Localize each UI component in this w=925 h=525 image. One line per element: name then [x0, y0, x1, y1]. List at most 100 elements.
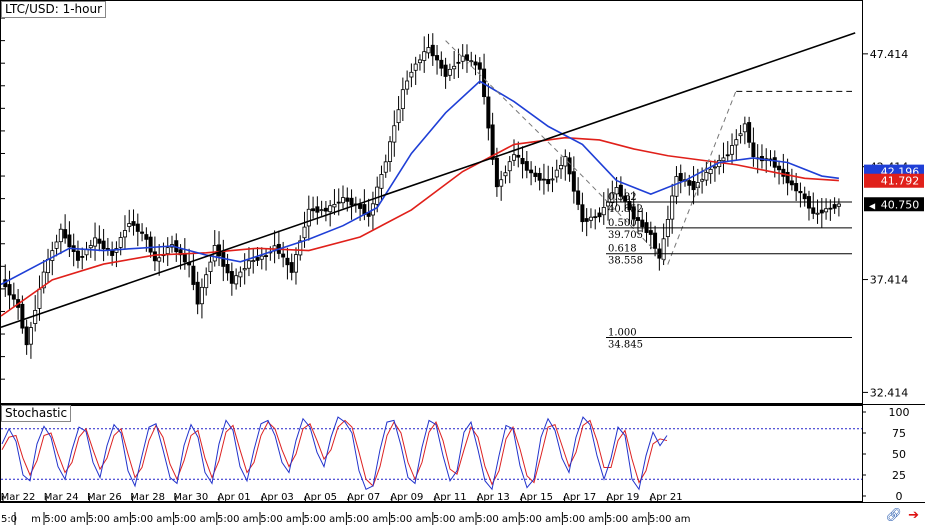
time-label: 5:00 am [174, 514, 216, 525]
candle-body [24, 326, 29, 346]
candle-body [593, 216, 598, 219]
fib-price-label: 39.705 [608, 230, 643, 241]
candle-body [33, 310, 38, 324]
candle-body [781, 168, 786, 177]
candle-body [110, 250, 115, 256]
candle-body [597, 212, 602, 218]
fib-price-label: 40.852 [608, 204, 643, 215]
stochastic-label: Stochastic [1, 405, 72, 422]
time-label: 5:00 am [347, 514, 389, 525]
candle-body [281, 253, 286, 258]
candle-body [499, 179, 504, 187]
date-label: Apr 19 [606, 492, 639, 503]
candle-body [798, 190, 803, 194]
candle-body [490, 124, 495, 160]
candle-body [157, 257, 162, 262]
time-label: 5:00 am [606, 514, 648, 525]
candle-body [708, 168, 713, 175]
candle-body [118, 237, 123, 248]
candle-body [7, 284, 12, 296]
candle-body [601, 206, 606, 216]
date-label: Apr 09 [390, 492, 423, 503]
candle-body [691, 180, 696, 191]
candle-body [264, 255, 269, 257]
time-label: 5:00 am [476, 514, 518, 525]
candle-body [469, 60, 474, 63]
candle-body [336, 201, 341, 204]
candle-body [340, 197, 345, 204]
candle-body [413, 63, 418, 71]
candle-body [580, 204, 585, 223]
candle-body [742, 123, 747, 133]
last-price-marker: ◀ [869, 201, 876, 210]
candle-body [512, 154, 517, 161]
last-price-label: 40.750 [881, 198, 920, 211]
time-label: 5:00 am [303, 514, 345, 525]
candle-body [777, 165, 782, 171]
candle-body [135, 223, 140, 232]
candle-body [75, 250, 80, 261]
date-label: Apr 21 [649, 492, 682, 503]
fib-ratio-label: 1.000 [608, 328, 637, 339]
candle-body [648, 230, 653, 235]
candle-body [794, 183, 799, 192]
price-tick-label: 37.414 [870, 274, 909, 287]
candle-body [537, 173, 542, 181]
time-label: 5:00 am [131, 514, 173, 525]
arrow-icon[interactable]: ➔ [908, 508, 919, 523]
candle-body [229, 271, 234, 284]
candle-body [311, 208, 316, 212]
candle-body [302, 226, 307, 239]
candle-body [259, 255, 264, 260]
stochastic-panel-frame [0, 405, 863, 502]
candle-body [584, 218, 589, 222]
candle-body [409, 71, 414, 78]
candle-body [554, 169, 559, 178]
fib-ratio-label: 0.382 [608, 192, 637, 203]
candle-body [730, 145, 735, 155]
date-label: Apr 13 [477, 492, 510, 503]
candle-body [293, 254, 298, 273]
candle-body [533, 172, 538, 177]
candle-body [88, 245, 93, 249]
candle-body [640, 219, 645, 227]
fib-ratio-label: 0.500 [608, 218, 637, 229]
candle-body [426, 47, 431, 54]
candle-body [430, 44, 435, 57]
price-tick-label: 32.414 [870, 386, 909, 399]
candle-body [751, 142, 756, 158]
date-label: Apr 03 [261, 492, 294, 503]
candle-body [204, 274, 209, 289]
time-label: 5:00 am [433, 514, 475, 525]
candle-body [315, 206, 320, 213]
candle-body [725, 154, 730, 157]
candle-body [101, 240, 106, 250]
candle-body [678, 173, 683, 182]
stoch-tick-label: 25 [892, 469, 906, 482]
candle-body [289, 262, 294, 273]
candle-body [836, 203, 841, 207]
stoch-tick-label: 0 [896, 490, 903, 503]
candle-body [546, 179, 551, 185]
candle-body [140, 231, 145, 234]
candle-body [405, 80, 410, 90]
candle-body [464, 54, 469, 61]
candle-body [97, 238, 102, 244]
candle-body [772, 157, 777, 168]
candle-body [422, 51, 427, 61]
date-label: Mar 26 [87, 492, 122, 503]
candle-body [131, 221, 136, 226]
candle-body [811, 207, 816, 214]
stoch-tick-label: 75 [892, 427, 906, 440]
time-label: 5:00 am [260, 514, 302, 525]
candle-body [477, 62, 482, 70]
date-label: Apr 07 [347, 492, 380, 503]
candle-body [379, 174, 384, 189]
time-label: 5:00 am [217, 514, 259, 525]
candle-body [456, 61, 461, 64]
date-label: Mar 30 [173, 492, 208, 503]
candle-body [452, 65, 457, 70]
time-label: 5:0 [1, 514, 17, 525]
link-icon[interactable]: 🔗︎ [886, 508, 903, 523]
candle-body [516, 154, 521, 158]
